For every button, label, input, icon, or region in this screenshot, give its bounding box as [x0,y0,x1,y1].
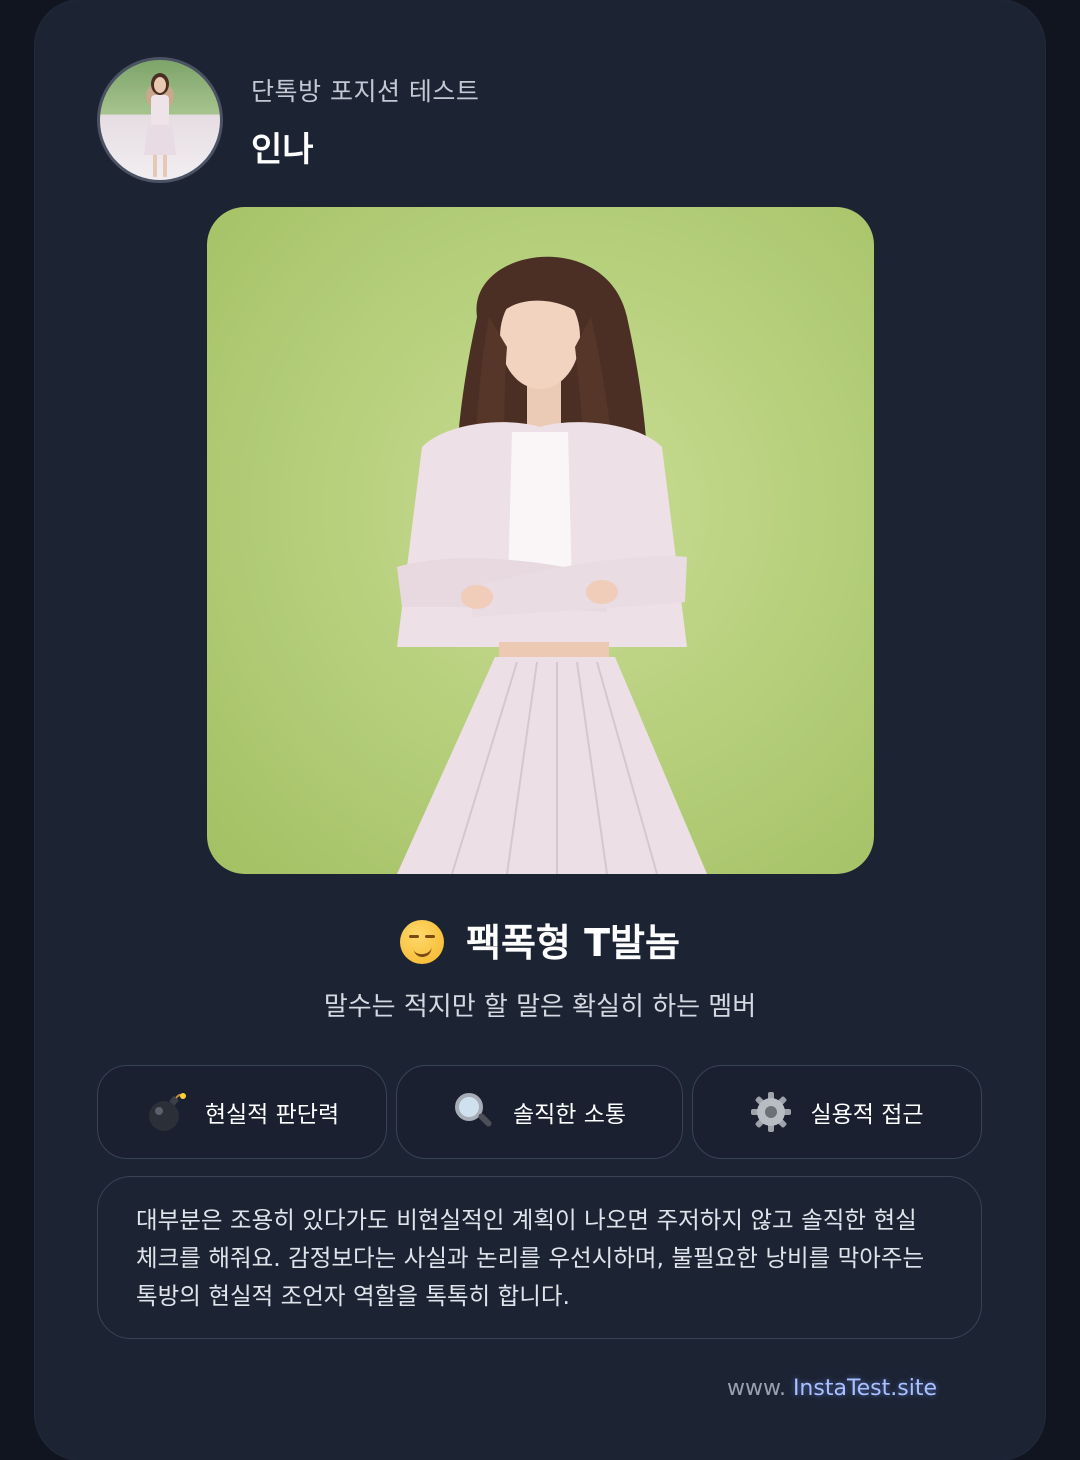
test-subtitle: 단톡방 포지션 테스트 [251,77,480,106]
result-title: 팩폭형 T발놈 [0,912,1080,967]
trait-chip-practical-approach: 실용적 접근 [692,1065,982,1159]
smirking-face-icon [400,920,445,964]
result-title-text: 팩폭형 T발놈 [466,921,680,965]
bomb-icon [148,1093,186,1131]
avatar [97,57,223,183]
trait-chip-realistic-judgment: 현실적 판단력 [97,1065,387,1159]
result-tagline: 말수는 적지만 할 말은 확실히 하는 멤버 [323,992,757,1022]
gear-icon [751,1092,792,1132]
trait-chip-honest-communication: 솔직한 소통 [396,1065,683,1159]
trait-label: 현실적 판단력 [204,1102,340,1128]
trait-label: 솔직한 소통 [512,1102,627,1128]
result-name: 인나 [251,130,314,170]
footer-prefix: www. [726,1376,786,1401]
result-description: 대부분은 조용히 있다가도 비현실적인 계획이 나오면 주저하지 않고 솔직한 … [97,1176,982,1339]
hero-figure [397,256,707,874]
footer-site[interactable]: www. InstaTest.site [727,1376,937,1401]
avatar-figure [144,73,176,177]
trait-label: 실용적 접근 [810,1102,924,1128]
footer-site-link[interactable]: InstaTest.site [793,1376,937,1401]
hero-image [207,207,874,874]
magnifying-glass-icon [454,1093,492,1127]
